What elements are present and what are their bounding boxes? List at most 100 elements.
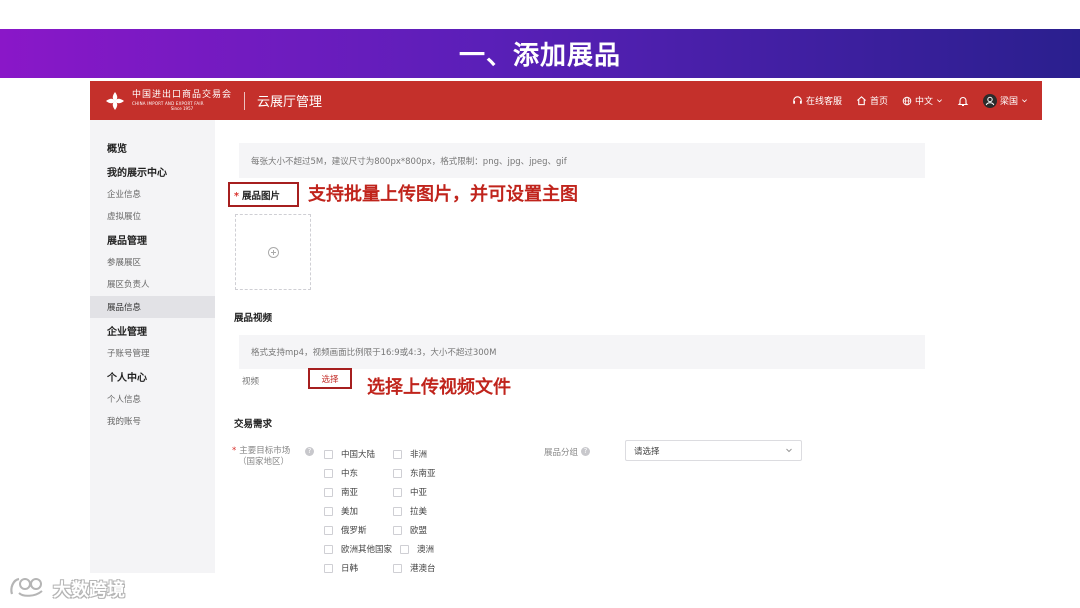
- logo-chinese-name: 中国进出口商品交易会: [132, 89, 233, 100]
- checkbox-icon: [393, 468, 402, 478]
- image-upload-hint: 每张大小不超过5M，建议尺寸为800px*800px，格式限制：png、jpg、…: [239, 143, 925, 178]
- avatar-icon: [982, 93, 997, 108]
- annotation-select-video: 选择上传视频文件: [367, 377, 511, 398]
- language-selector[interactable]: 中文: [902, 94, 943, 107]
- header-nav: 在线客服 首页 中文 梁国: [778, 93, 1028, 108]
- canton-fair-logo[interactable]: 中国进出口商品交易会 CHINA IMPORT AND EXPORT FAIR …: [104, 90, 232, 112]
- market-checkbox-russia[interactable]: 俄罗斯: [324, 524, 367, 536]
- watermark-text: 大数跨境: [53, 580, 125, 601]
- online-service-label: 在线客服: [805, 97, 842, 107]
- sidebar-item-label: 概览: [107, 143, 127, 155]
- video-upload-hint-text: 格式支持mp4，视频画面比例限于16:9或4:3，大小不超过300M: [251, 348, 497, 358]
- market-checkbox-hk-macau-taiwan[interactable]: 港澳台: [393, 562, 436, 574]
- watermark: 大数跨境: [9, 574, 125, 604]
- sidebar-item-zone-manager[interactable]: 展区负责人: [90, 273, 215, 295]
- sidebar-item-exhibit-zone[interactable]: 参展展区: [90, 251, 215, 273]
- checkbox-icon: [400, 544, 409, 554]
- video-upload-hint: 格式支持mp4，视频画面比例限于16:9或4:3，大小不超过300M: [239, 335, 925, 369]
- logo-emblem-icon: [104, 90, 126, 112]
- main-content: 每张大小不超过5M，建议尺寸为800px*800px，格式限制：png、jpg、…: [215, 120, 1042, 574]
- video-section-title: 展品视频: [234, 313, 273, 324]
- exhibit-group-label: 展品分组: [544, 448, 579, 458]
- select-video-button[interactable]: 选择: [311, 371, 349, 386]
- market-checkbox-us-canada[interactable]: 美加: [324, 505, 358, 517]
- market-option-label: 欧盟: [410, 526, 428, 536]
- sidebar-item-exhibit-info[interactable]: 展品信息: [90, 296, 215, 318]
- checkbox-icon: [324, 544, 333, 554]
- sidebar-item-label: 个人中心: [107, 372, 147, 384]
- market-option-label: 非洲: [410, 450, 428, 460]
- market-option-label: 日韩: [341, 564, 359, 574]
- notification-button[interactable]: [957, 95, 969, 107]
- market-checkbox-japan-korea[interactable]: 日韩: [324, 562, 358, 574]
- slide: 一、添加展品 中国进出口商品交易会 CHINA IMPORT AND EXPOR…: [0, 0, 1080, 608]
- exhibit-group-select[interactable]: 请选择: [625, 440, 802, 461]
- market-checkbox-latin-america[interactable]: 拉美: [393, 505, 427, 517]
- image-upload-hint-text: 每张大小不超过5M，建议尺寸为800px*800px，格式限制：png、jpg、…: [251, 156, 567, 167]
- market-checkbox-south-asia[interactable]: 南亚: [324, 486, 358, 498]
- logo-english-name: CHINA IMPORT AND EXPORT FAIR: [132, 100, 204, 106]
- market-option-label: 欧洲其他国家: [341, 545, 393, 555]
- help-icon[interactable]: ?: [305, 447, 314, 456]
- market-option-label: 港澳台: [410, 564, 436, 574]
- checkbox-icon: [393, 449, 402, 459]
- bell-icon: [957, 95, 969, 107]
- language-label: 中文: [914, 97, 933, 107]
- exhibit-images-label-text: 展品图片: [241, 191, 280, 202]
- market-option-label: 拉美: [410, 507, 428, 517]
- sidebar-item-label: 企业信息: [107, 190, 142, 200]
- chevron-down-icon: [1021, 97, 1028, 104]
- sidebar-item-overview[interactable]: 概览: [90, 136, 215, 158]
- sidebar-group-exhibits[interactable]: 展品管理: [90, 228, 215, 250]
- sidebar-item-virtual-booth[interactable]: 虚拟展位: [90, 205, 215, 227]
- sidebar-item-my-account[interactable]: 我的账号: [90, 410, 215, 432]
- watermark-logo-icon: [9, 574, 49, 604]
- market-checkbox-central-asia[interactable]: 中亚: [393, 486, 427, 498]
- checkbox-icon: [324, 563, 333, 573]
- target-market-label: * 主要目标市场 （国家地区）: [232, 446, 290, 468]
- sidebar-item-label: 展品信息: [107, 303, 142, 313]
- sidebar-item-label: 展品管理: [107, 235, 147, 247]
- checkbox-icon: [324, 525, 333, 535]
- checkbox-icon: [393, 525, 402, 535]
- sidebar-item-label: 虚拟展位: [107, 212, 142, 222]
- market-option-label: 美加: [341, 507, 359, 517]
- market-checkbox-oceania[interactable]: 澳洲: [400, 543, 434, 555]
- market-checkbox-other-europe[interactable]: 欧洲其他国家: [324, 543, 392, 555]
- market-option-label: 南亚: [341, 488, 359, 498]
- target-market-label-line1: 主要目标市场: [239, 446, 291, 456]
- online-service-link[interactable]: 在线客服: [792, 94, 842, 107]
- sidebar: 概览 我的展示中心 企业信息 虚拟展位 展品管理 参展展区 展区负责人 展品信息…: [90, 120, 215, 573]
- sidebar-group-display-center[interactable]: 我的展示中心: [90, 160, 215, 182]
- help-icon[interactable]: ?: [581, 447, 590, 456]
- checkbox-icon: [324, 487, 333, 497]
- sidebar-item-company-info[interactable]: 企业信息: [90, 183, 215, 205]
- home-icon: [856, 95, 867, 106]
- sidebar-item-personal-info[interactable]: 个人信息: [90, 388, 215, 410]
- home-label: 首页: [869, 97, 888, 107]
- market-checkbox-mainland[interactable]: 中国大陆: [324, 448, 375, 460]
- sidebar-item-label: 我的账号: [107, 417, 142, 427]
- market-checkbox-southeast-asia[interactable]: 东南亚: [393, 467, 436, 479]
- market-checkbox-middle-east[interactable]: 中东: [324, 467, 358, 479]
- exhibit-images-label: * 展品图片: [234, 188, 280, 202]
- logo-since: Since 1957: [170, 105, 194, 111]
- home-link[interactable]: 首页: [856, 94, 888, 107]
- image-upload-area[interactable]: [235, 214, 311, 290]
- checkbox-icon: [393, 563, 402, 573]
- user-name: 梁国: [999, 97, 1018, 107]
- chevron-down-icon: [785, 446, 793, 457]
- market-option-label: 中东: [341, 469, 359, 479]
- app-header: 中国进出口商品交易会 CHINA IMPORT AND EXPORT FAIR …: [90, 81, 1042, 120]
- market-checkbox-africa[interactable]: 非洲: [393, 448, 427, 460]
- logo-text: 中国进出口商品交易会 CHINA IMPORT AND EXPORT FAIR …: [132, 89, 233, 111]
- sidebar-group-company-management[interactable]: 企业管理: [90, 319, 215, 341]
- user-menu[interactable]: 梁国: [982, 93, 1028, 108]
- market-checkbox-eu[interactable]: 欧盟: [393, 524, 427, 536]
- header-divider: [244, 91, 246, 110]
- chevron-down-icon: [936, 97, 943, 104]
- required-mark: *: [232, 446, 237, 456]
- sidebar-item-label: 参展展区: [107, 258, 142, 268]
- sidebar-item-sub-accounts[interactable]: 子账号管理: [90, 342, 215, 364]
- sidebar-group-personal-center[interactable]: 个人中心: [90, 365, 215, 387]
